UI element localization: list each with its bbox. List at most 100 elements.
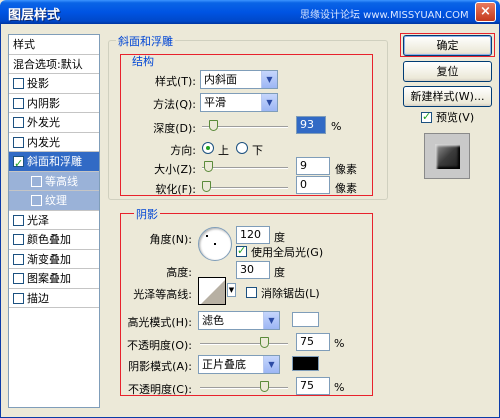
watermark: 思缘设计论坛 www.MISSYUAN.COM xyxy=(300,10,469,21)
direction-label: 方向: xyxy=(170,144,196,157)
shadow-opacity-slider[interactable] xyxy=(200,387,288,389)
antialias-checkbox[interactable] xyxy=(246,287,257,298)
shadow-mode-select[interactable]: 正片叠底 ▼ xyxy=(198,355,280,374)
style-item-11[interactable]: 描边 xyxy=(9,289,99,308)
shadow-opacity-thumb[interactable] xyxy=(260,381,269,392)
highlight-opacity-label: 不透明度(O): xyxy=(127,339,192,352)
altitude-label: 高度: xyxy=(166,266,192,279)
checkbox-icon[interactable] xyxy=(13,214,24,226)
checkbox-icon[interactable] xyxy=(13,97,24,109)
altitude-input[interactable]: 30 xyxy=(236,261,270,279)
depth-slider-thumb[interactable] xyxy=(209,120,219,131)
technique-select[interactable]: 平滑 ▼ xyxy=(200,93,278,112)
style-label: 样式(T): xyxy=(154,75,196,88)
style-item-0[interactable]: 投影 xyxy=(9,74,99,94)
highlight-opacity-unit: % xyxy=(334,337,345,350)
checkbox-icon[interactable] xyxy=(13,292,24,304)
global-light-label[interactable]: 使用全局光(G) xyxy=(251,244,323,260)
angle-dial[interactable] xyxy=(198,227,232,261)
reset-button[interactable]: 复位 xyxy=(403,61,492,82)
shadow-color-swatch[interactable] xyxy=(292,356,319,371)
preview-checkbox[interactable] xyxy=(421,110,432,123)
window-title: 图层样式 xyxy=(8,8,61,23)
style-item-6[interactable]: 纹理 xyxy=(9,191,99,211)
shadow-opacity-unit: % xyxy=(334,381,345,394)
checkbox-icon[interactable] xyxy=(13,136,24,148)
style-item-4[interactable]: 斜面和浮雕 xyxy=(9,152,99,173)
title-bar: 图层样式 思缘设计论坛 www.MISSYUAN.COM × xyxy=(0,0,500,24)
style-item-label: 斜面和浮雕 xyxy=(27,155,82,168)
highlight-opacity-thumb[interactable] xyxy=(260,337,269,348)
chevron-down-icon: ▼ xyxy=(263,356,279,373)
style-item-3[interactable]: 内发光 xyxy=(9,133,99,152)
shadow-opacity-input[interactable]: 75 xyxy=(296,377,330,395)
depth-input[interactable]: 93 xyxy=(296,116,326,134)
size-input[interactable]: 9 xyxy=(296,157,330,175)
style-item-label: 描边 xyxy=(27,291,49,305)
direction-up-radio[interactable] xyxy=(202,142,214,154)
style-item-10[interactable]: 图案叠加 xyxy=(9,269,99,289)
soften-slider-thumb[interactable] xyxy=(202,181,211,192)
style-item-1[interactable]: 内阴影 xyxy=(9,94,99,113)
altitude-unit: 度 xyxy=(274,266,285,279)
preview-thumbnail xyxy=(424,133,470,179)
style-item-7[interactable]: 光泽 xyxy=(9,211,99,230)
style-item-8[interactable]: 颜色叠加 xyxy=(9,230,99,250)
style-item-label: 等高线 xyxy=(45,174,78,188)
new-style-button[interactable]: 新建样式(W)... xyxy=(403,86,492,107)
preview-label[interactable]: 预览(V) xyxy=(436,109,474,125)
soften-slider[interactable] xyxy=(202,187,288,189)
direction-down-radio[interactable] xyxy=(236,142,248,154)
highlight-opacity-input[interactable]: 75 xyxy=(296,333,330,351)
technique-value: 平滑 xyxy=(204,96,226,109)
bevel-style-select[interactable]: 内斜面 ▼ xyxy=(200,70,278,89)
highlight-opacity-slider[interactable] xyxy=(200,343,288,345)
checkbox-icon[interactable] xyxy=(13,273,24,284)
depth-unit: % xyxy=(331,120,342,133)
preview-swatch xyxy=(435,144,460,169)
checkbox-icon[interactable] xyxy=(13,78,24,89)
structure-title: 结构 xyxy=(132,55,154,68)
close-button[interactable]: × xyxy=(475,2,496,22)
shadow-mode-label: 阴影模式(A): xyxy=(128,360,192,373)
checkbox-icon[interactable] xyxy=(13,117,24,128)
highlight-mode-label: 高光模式(H): xyxy=(127,316,192,329)
gloss-contour-swatch[interactable] xyxy=(198,277,226,305)
highlight-mode-select[interactable]: 滤色 ▼ xyxy=(198,311,280,330)
angle-input[interactable]: 120 xyxy=(236,226,270,244)
angle-label: 角度(N): xyxy=(149,233,192,246)
technique-label: 方法(Q): xyxy=(153,98,196,111)
size-slider[interactable] xyxy=(202,167,288,169)
gloss-contour-dropdown[interactable]: ▼ xyxy=(227,283,236,297)
ok-button[interactable]: 确定 xyxy=(403,35,492,56)
checkbox-icon[interactable] xyxy=(13,234,24,245)
style-item-5[interactable]: 等高线 xyxy=(9,171,99,191)
highlight-color-swatch[interactable] xyxy=(292,312,319,327)
global-light-checkbox[interactable] xyxy=(236,244,247,257)
chevron-down-icon: ▼ xyxy=(263,312,279,329)
gloss-contour-label: 光泽等高线: xyxy=(133,288,192,301)
soften-input[interactable]: 0 xyxy=(296,176,330,194)
angle-center-dot xyxy=(214,243,216,245)
style-item-9[interactable]: 渐变叠加 xyxy=(9,250,99,269)
soften-unit: 像素 xyxy=(335,182,357,195)
bevel-style-value: 内斜面 xyxy=(204,73,237,86)
blend-options-item[interactable]: 混合选项:默认 xyxy=(9,54,99,74)
style-item-label: 图案叠加 xyxy=(27,272,71,285)
depth-label: 深度(D): xyxy=(153,122,196,135)
checkbox-icon[interactable] xyxy=(31,175,42,187)
checkbox-icon[interactable] xyxy=(31,195,42,206)
shadow-mode-value: 正片叠底 xyxy=(202,358,246,371)
style-item-label: 内发光 xyxy=(27,135,60,149)
shading-title: 阴影 xyxy=(134,206,160,222)
direction-down-label[interactable]: 下 xyxy=(252,142,263,158)
styles-list: 样式 混合选项:默认 投影内阴影外发光内发光斜面和浮雕等高线纹理光泽颜色叠加渐变… xyxy=(8,34,100,408)
checkbox-icon[interactable] xyxy=(13,154,24,173)
styles-list-header[interactable]: 样式 xyxy=(9,35,99,55)
antialias-label[interactable]: 消除锯齿(L) xyxy=(261,285,320,301)
style-item-2[interactable]: 外发光 xyxy=(9,113,99,133)
direction-up-label[interactable]: 上 xyxy=(218,142,229,158)
size-unit: 像素 xyxy=(335,163,357,176)
angle-indicator xyxy=(206,235,208,237)
checkbox-icon[interactable] xyxy=(13,253,24,265)
